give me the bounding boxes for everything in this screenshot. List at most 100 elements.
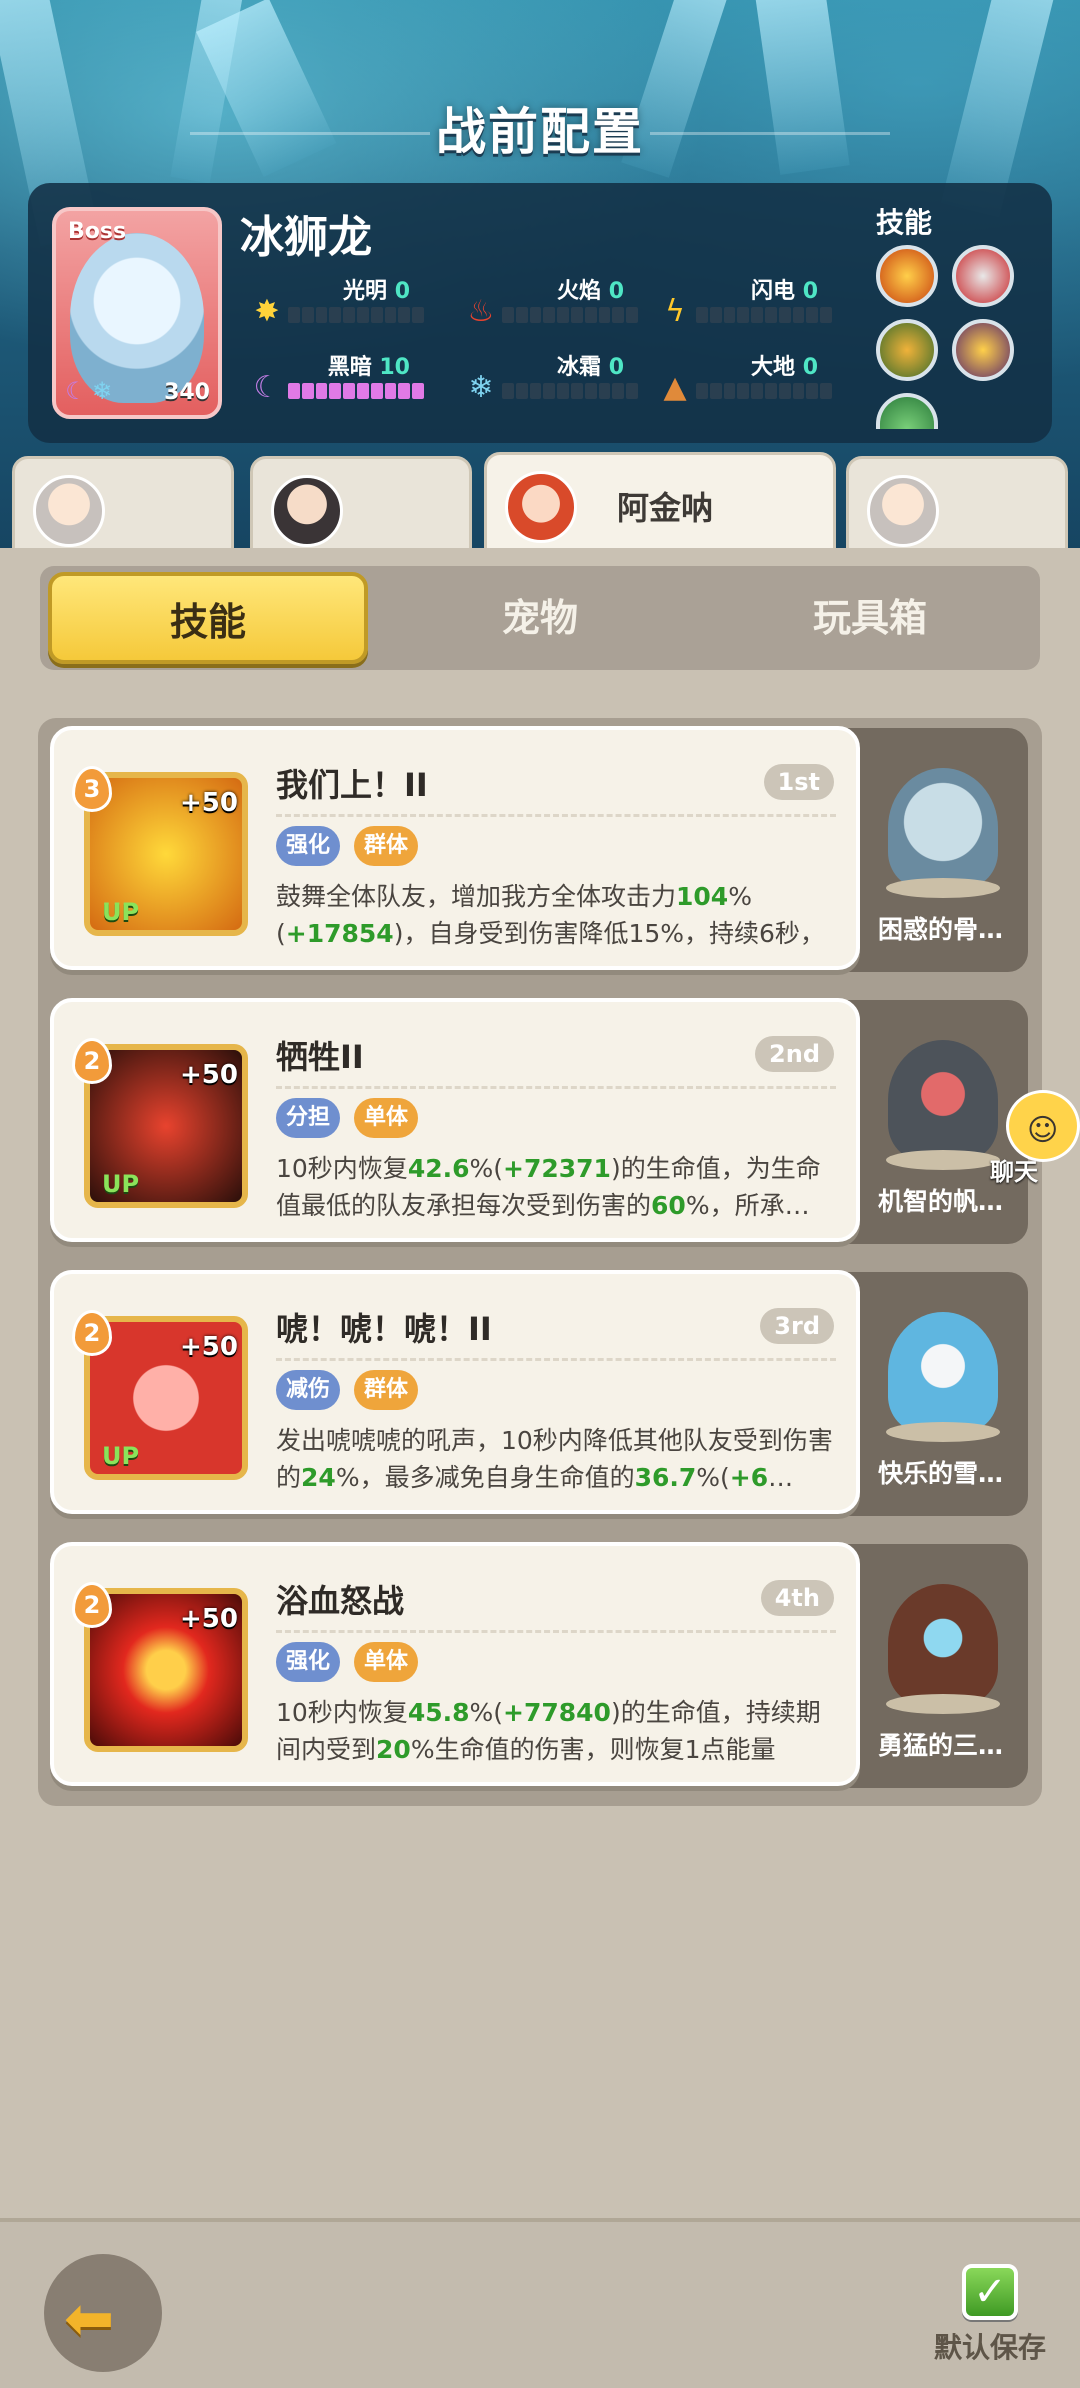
chat-label: 聊天: [990, 1158, 1038, 1186]
skill-card-3[interactable]: 2 +50 UP 唬！唬！唬！II 3rd 减伤 群体 发出唬唬唬的吼声，10秒…: [50, 1270, 860, 1514]
skill-up-label: UP: [102, 1442, 140, 1470]
highlight-value: 104: [676, 882, 729, 911]
boss-portrait[interactable]: Boss ☾ ❄ 340: [52, 207, 222, 419]
hero-avatar: [33, 475, 105, 547]
element-label: 闪电: [751, 279, 796, 304]
pet-name: 勇猛的三…: [878, 1731, 1004, 1760]
skill-order: 4th: [760, 1580, 834, 1616]
skill-card-2[interactable]: 2 +50 UP 牺牲II 2nd 分担 单体 10秒内恢复42.6%(+723…: [50, 998, 860, 1242]
highlight-value: +17854: [285, 919, 394, 948]
tab-pets[interactable]: 宠物: [380, 572, 700, 664]
element-label: 光明: [343, 279, 388, 304]
element-label: 大地: [751, 355, 796, 380]
description-text: %(: [696, 1463, 730, 1492]
checkmark-icon: ✓: [973, 2269, 1007, 2315]
skill-tag: 强化: [276, 826, 341, 866]
pet-slot-3[interactable]: 快乐的雪…: [848, 1272, 1028, 1516]
boss-skill-icon[interactable]: [876, 319, 938, 381]
element-bar: [696, 383, 832, 399]
element-frost: ❄ 冰霜 0: [464, 349, 664, 419]
skill-card-4[interactable]: 2 +50 浴血怒战 4th 强化 单体 10秒内恢复45.8%(+77840)…: [50, 1542, 860, 1786]
divider: [276, 1630, 836, 1633]
snowflake-element-icon: ❄: [91, 377, 113, 405]
description-text: 10秒内恢复: [276, 1154, 408, 1183]
pet-slot-2[interactable]: 机智的帆…: [848, 1000, 1028, 1244]
skill-bonus: +50: [180, 1332, 238, 1362]
element-value: 0: [608, 355, 624, 380]
skill-bonus: +50: [180, 788, 238, 818]
tab-toybox[interactable]: 玩具箱: [710, 572, 1030, 664]
skill-order: 1st: [763, 764, 834, 800]
skill-description: 鼓舞全体队友，增加我方全体攻击力104%(+17854)，自身受到伤害降低15%…: [276, 878, 836, 958]
boss-skill-icon[interactable]: [876, 245, 938, 307]
skill-title: 牺牲II: [276, 1038, 364, 1076]
divider: [276, 814, 836, 817]
fire-icon: ♨: [467, 294, 495, 329]
highlight-value: +6: [729, 1463, 769, 1492]
lightning-icon: ϟ: [665, 294, 685, 329]
hero-tab-4[interactable]: [846, 456, 1068, 556]
pet-slot-4[interactable]: 勇猛的三…: [848, 1544, 1028, 1788]
divider: [276, 1358, 836, 1361]
hero-tab-1[interactable]: [12, 456, 234, 556]
divider: [276, 1086, 836, 1089]
tab-skills[interactable]: 技能: [48, 572, 368, 664]
hero-name: 阿金呐: [617, 489, 714, 527]
description-text: %(: [469, 1154, 504, 1183]
skill-level-badge: 3: [72, 766, 112, 812]
description-text: %生命值的伤害，则恢复1点能量: [410, 1735, 776, 1764]
highlight-value: 42.6: [407, 1154, 470, 1183]
skill-tag: 单体: [354, 1642, 419, 1682]
sun-icon: ✸: [254, 294, 280, 329]
hero-tab-2[interactable]: [250, 456, 472, 556]
skill-order: 2nd: [755, 1036, 834, 1072]
highlight-value: +72371: [503, 1154, 611, 1183]
skill-up-label: UP: [102, 1170, 140, 1198]
pet-name: 快乐的雪…: [878, 1459, 1004, 1488]
highlight-value: 24: [301, 1463, 336, 1492]
element-label: 冰霜: [557, 355, 602, 380]
element-value: 0: [802, 279, 818, 304]
boss-tag: Boss: [68, 219, 127, 244]
skill-bonus: +50: [180, 1604, 238, 1634]
element-label: 火焰: [557, 279, 602, 304]
skill-title: 浴血怒战: [276, 1582, 405, 1620]
boss-info-panel: Boss ☾ ❄ 340 冰狮龙 ✸ 光明 0 ♨ 火焰 0 ϟ 闪电 0 ☾ …: [28, 183, 1052, 443]
back-arrow-icon: ⬅: [64, 2284, 115, 2354]
skill-bonus: +50: [180, 1060, 238, 1090]
element-bar: [502, 307, 638, 323]
description-text: 10秒内恢复: [276, 1698, 408, 1727]
hero-avatar: [867, 475, 939, 547]
skill-up-label: UP: [102, 898, 140, 926]
element-value: 0: [394, 279, 410, 304]
hero-tab-3[interactable]: 阿金呐: [484, 452, 836, 552]
element-dark: ☾ 黑暗 10: [250, 349, 450, 419]
description-text: %，所承…: [685, 1191, 810, 1220]
skill-description: 10秒内恢复45.8%(+77840)的生命值，持续期间内受到20%生命值的伤害…: [276, 1694, 836, 1774]
page-title: 战前配置: [436, 103, 644, 161]
element-value: 10: [379, 355, 410, 380]
back-button[interactable]: ⬅: [44, 2254, 162, 2372]
boss-skill-icon[interactable]: [876, 393, 938, 429]
element-bar: [696, 307, 832, 323]
skill-title: 我们上！II: [276, 766, 428, 804]
element-value: 0: [802, 355, 818, 380]
default-save-checkbox[interactable]: ✓: [962, 2264, 1018, 2320]
hero-avatar: [505, 471, 577, 543]
skill-level-badge: 2: [72, 1310, 112, 1356]
default-save-label: 默认保存: [934, 2331, 1047, 2364]
skill-tag: 强化: [276, 1642, 341, 1682]
skill-title: 唬！唬！唬！II: [276, 1310, 492, 1348]
description-text: 鼓舞全体队友，增加我方全体攻击力: [276, 882, 677, 911]
boss-skill-icon[interactable]: [952, 245, 1014, 307]
skill-card-1[interactable]: 3 +50 UP 我们上！II 1st 强化 群体 鼓舞全体队友，增加我方全体攻…: [50, 726, 860, 970]
highlight-value: 45.8: [407, 1698, 470, 1727]
element-bar: [288, 383, 424, 399]
pet-art: [888, 768, 998, 888]
pet-slot-1[interactable]: 困惑的骨…: [848, 728, 1028, 972]
skill-tag: 群体: [354, 826, 419, 866]
moon-icon: ☾: [253, 370, 281, 405]
boss-skill-icon[interactable]: [952, 319, 1014, 381]
bottom-bar: [0, 2218, 1080, 2388]
snowflake-icon: ❄: [468, 370, 494, 405]
